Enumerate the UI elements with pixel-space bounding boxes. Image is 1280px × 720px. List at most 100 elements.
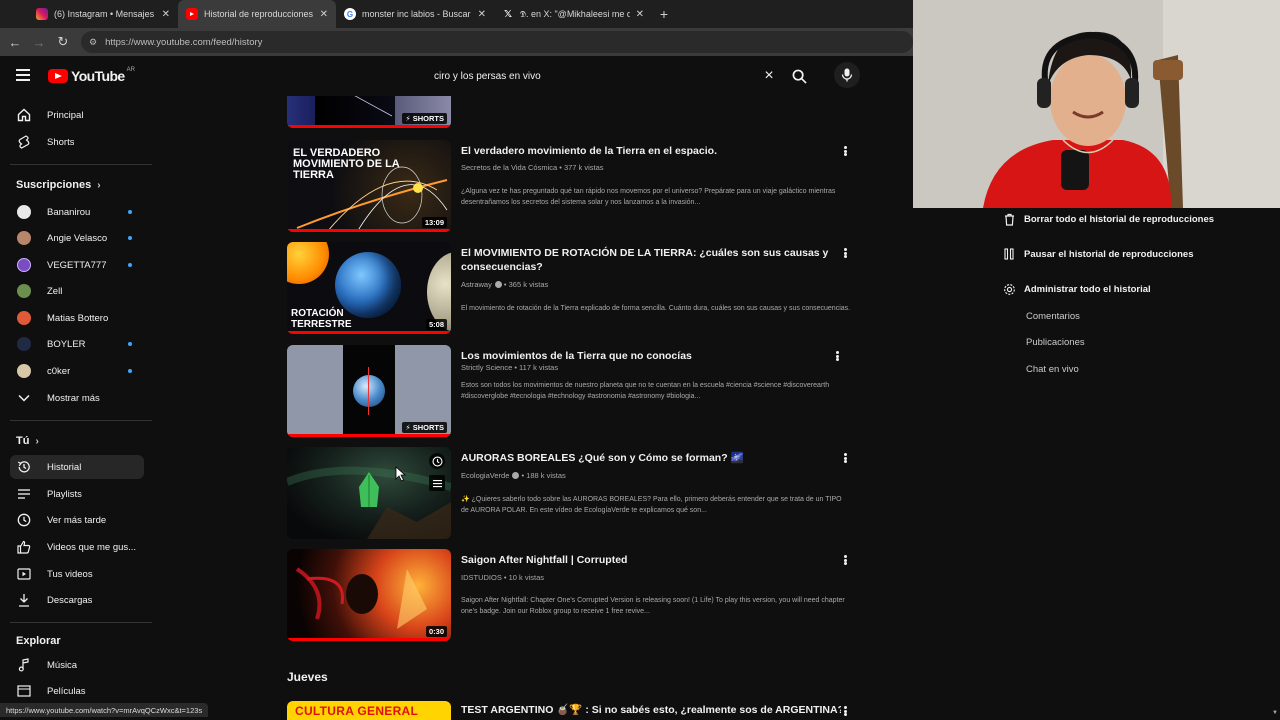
sidebar-item-movies[interactable]: Películas [10,679,144,703]
new-tab-button[interactable]: + [652,0,676,28]
webcam-overlay [913,0,1280,208]
you-heading[interactable]: Tú › [16,435,39,447]
video-meta[interactable]: IDSTUDIOS • 10 k vistas [461,573,544,582]
video-thumbnail[interactable]: 0:30 [287,549,451,641]
video-meta[interactable]: EcologiaVerde • 188 k vistas [461,471,566,480]
thumbnail-caption: ROTACIÓN TERRESTRE [291,308,352,330]
search-icon[interactable] [784,63,814,89]
video-title[interactable]: Saigon After Nightfall | Corrupted [461,553,831,567]
subscription-label: Bananirou [47,206,91,218]
video-meta[interactable]: Secretos de la Vida Cósmica • 377 k vist… [461,163,604,172]
subscription-item[interactable]: c0ker [10,359,144,383]
close-tab-icon[interactable]: ✕ [320,9,328,20]
history-video-item[interactable]: ⚡ SHORTS [287,96,862,128]
posts-link[interactable]: Publicaciones [1026,337,1085,348]
sidebar-item-liked-videos[interactable]: Videos que me gus... [10,535,144,559]
sidebar-item-downloads[interactable]: Descargas [10,588,144,612]
clear-history-button[interactable]: Borrar todo el historial de reproduccion… [1002,212,1214,226]
clear-search-icon[interactable]: × [754,67,784,85]
video-title[interactable]: TEST ARGENTINO 🧉🏆 : Si no sabés esto, ¿r… [461,703,841,717]
subscription-item[interactable]: BOYLER [10,332,144,356]
sidebar-item-history[interactable]: Historial [10,455,144,479]
history-video-item[interactable]: AURORAS BOREALES ¿Qué son y Cómo se form… [287,447,862,539]
show-more-label: Mostrar más [47,392,100,404]
video-title[interactable]: AURORAS BOREALES ¿Qué son y Cómo se form… [461,451,831,465]
sidebar-item-your-videos[interactable]: Tus videos [10,562,144,586]
browser-tab-x[interactable]: 𝕏 𝕯. en X: "@Mikhaleesi me da la ✕ [494,0,652,28]
youtube-logo[interactable]: YouTube AR [48,67,135,84]
history-video-item[interactable]: 0:30 Saigon After Nightfall | Corrupted … [287,549,862,641]
video-thumbnail[interactable]: EL VERDADERO MOVIMIENTO DE LA TIERRA 13:… [287,140,451,232]
more-options-icon[interactable] [840,246,850,260]
more-options-icon[interactable] [840,704,850,718]
subscription-item[interactable]: Angie Velasco [10,226,144,250]
sidebar: Principal Shorts Suscripciones › Bananiro… [0,96,152,720]
duration-badge: 5:08 [425,319,447,330]
sidebar-item-principal[interactable]: Principal [10,103,144,127]
scroll-down-arrow-icon[interactable]: ▼ [1272,710,1278,716]
sidebar-item-watch-later[interactable]: Ver más tarde [10,508,144,532]
show-more-button[interactable]: Mostrar más [10,386,144,410]
subscription-item[interactable]: Zell [10,279,144,303]
subscription-label: BOYLER [47,338,86,350]
sidebar-item-label: Tus videos [47,568,93,580]
voice-search-icon[interactable] [834,62,860,88]
video-meta[interactable]: Strictly Science • 117 k vistas [461,363,558,372]
more-options-icon[interactable] [840,451,850,465]
video-thumbnail[interactable]: ⚡ SHORTS [287,345,451,437]
history-video-item[interactable]: ROTACIÓN TERRESTRE 5:08 El MOVIMIENTO DE… [287,242,862,334]
watch-later-icon[interactable] [429,453,445,469]
chevron-down-icon [16,390,32,406]
x-logo-icon: 𝕏 [503,8,513,20]
youtube-favicon-icon [186,8,198,20]
sidebar-item-shorts[interactable]: Shorts [10,130,144,154]
chevron-right-icon: › [35,435,39,447]
pause-icon [1002,247,1016,261]
more-options-icon[interactable] [840,553,850,567]
url-field[interactable]: ⚙ https://www.youtube.com/feed/history [81,31,913,53]
duration-badge: 0:30 [425,626,447,637]
tab-title: 𝕯. en X: "@Mikhaleesi me da la [520,8,630,19]
comments-link[interactable]: Comentarios [1026,311,1080,322]
video-title[interactable]: Los movimientos de la Tierra que no cono… [461,349,831,363]
add-to-queue-icon[interactable] [429,475,445,491]
subscription-item[interactable]: Matias Bottero [10,306,144,330]
you-heading-label: Tú [16,435,30,447]
sidebar-item-music[interactable]: Música [10,653,144,677]
video-thumbnail[interactable] [287,447,451,539]
explore-heading-label: Explorar [16,635,61,647]
history-video-item[interactable]: ⚡ SHORTS Los movimientos de la Tierra qu… [287,345,862,437]
video-title[interactable]: El MOVIMIENTO DE ROTACIÓN DE LA TIERRA: … [461,246,831,274]
browser-tab-instagram[interactable]: (6) Instagram • Mensajes ✕ [28,0,178,28]
explore-heading: Explorar [16,635,61,647]
manage-history-button[interactable]: Administrar todo el historial [1002,282,1151,296]
search-bar[interactable]: ciro y los persas en vivo × [424,63,814,89]
forward-icon[interactable]: → [27,30,51,54]
browser-tab-youtube-history[interactable]: Historial de reproducciones - YouTube ✕ [178,0,336,28]
live-chat-link[interactable]: Chat en vivo [1026,364,1079,375]
subscriptions-heading[interactable]: Suscripciones › [16,179,101,191]
pause-history-button[interactable]: Pausar el historial de reproducciones [1002,247,1193,261]
close-tab-icon[interactable]: ✕ [636,9,644,20]
browser-tab-google[interactable]: G monster inc labios - Buscar con Google… [336,0,494,28]
search-input[interactable]: ciro y los persas en vivo [434,71,754,82]
close-tab-icon[interactable]: ✕ [162,9,170,20]
menu-icon[interactable] [16,69,30,81]
site-settings-icon[interactable]: ⚙ [89,37,97,48]
sidebar-item-playlists[interactable]: Playlists [10,482,144,506]
day-section-heading: Jueves [287,670,328,684]
video-thumbnail[interactable]: CULTURA GENERAL [287,701,451,720]
video-meta[interactable]: Astraway • 365 k vistas [461,280,548,289]
history-video-item[interactable]: EL VERDADERO MOVIMIENTO DE LA TIERRA 13:… [287,140,862,232]
history-video-item[interactable]: CULTURA GENERAL TEST ARGENTINO 🧉🏆 : Si n… [287,701,862,720]
reload-icon[interactable]: ↻ [51,30,75,54]
more-options-icon[interactable] [832,349,842,363]
more-options-icon[interactable] [840,144,850,158]
video-title[interactable]: El verdadero movimiento de la Tierra en … [461,144,831,158]
close-tab-icon[interactable]: ✕ [478,9,486,20]
subscription-item[interactable]: Bananirou [10,200,144,224]
back-icon[interactable]: ← [3,30,27,54]
video-thumbnail[interactable]: ROTACIÓN TERRESTRE 5:08 [287,242,451,334]
subscription-item[interactable]: VEGETTA777 [10,253,144,277]
video-thumbnail[interactable]: ⚡ SHORTS [287,96,451,128]
